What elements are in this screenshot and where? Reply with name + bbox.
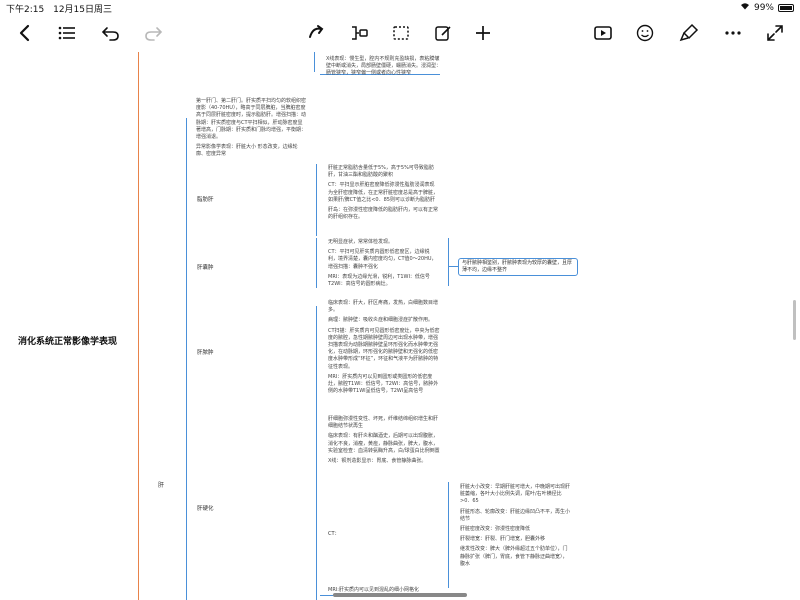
- cirrhosis-topic[interactable]: 肝硬化: [197, 504, 214, 512]
- wifi-icon: [740, 2, 750, 13]
- intro-text-2[interactable]: 异常影像学表现：肝脏大小 形态改变，边缘轮廓、密度异常: [196, 144, 306, 158]
- liver-abscess-topic[interactable]: 肝脓肿: [197, 348, 214, 356]
- cirrhosis-line-3[interactable]: X线：钡剂造影显示：胃底、食管静脉曲张。: [328, 458, 440, 465]
- ct-line-1[interactable]: 肝脏大小改变：早期肝脏可增大，中晚期可出现肝脏萎缩，各叶大小比例失调，尾叶/右叶…: [460, 484, 572, 506]
- root-branch-line: [138, 52, 139, 600]
- ct-line-5[interactable]: 继发性改变：脾大（脾外缘超过五个肋单位），门静脉扩张（脾门，胃底，食管下静脉迂曲…: [460, 546, 572, 568]
- battery-percent: 99%: [753, 2, 774, 13]
- ct-line-2[interactable]: 肝脏形态、轮廓改变：肝脏边缘凹凸不平，再生小结节: [460, 509, 572, 523]
- ct-line-3[interactable]: 肝脏密度改变：弥漫性密度降低: [460, 526, 572, 533]
- fatty-line-3[interactable]: 肝岛：在弥漫性密度降低的脂肪肝内，可以有正常的肝组织存在。: [328, 207, 438, 221]
- liver-cyst-topic[interactable]: 肝囊肿: [197, 263, 214, 271]
- cyst-line-2[interactable]: CT：平扫可见肝实质内圆形低密度区，边缘锐利，境界清楚，囊内密度均匀，CT值0～…: [328, 249, 438, 271]
- cirrhosis-line-2[interactable]: 临床表现：有肝炎和酗酒史，后期可以出现腹胀，消化不良，消瘦，黄疸，静脉曲张，脾大…: [328, 433, 440, 455]
- status-right: 99%: [740, 2, 794, 13]
- liver-cyst-details: 无明显症状，常常体检发现。 CT：平扫可见肝实质内圆形低密度区，边缘锐利，境界清…: [328, 239, 438, 291]
- fatty-line-1[interactable]: 肝脏正常脂肪含量低于5%，高于5%可导致脂肪肝，甘油三酯和脂肪酸的聚积: [328, 165, 438, 179]
- root-topic[interactable]: 消化系统正常影像学表现: [18, 334, 117, 347]
- add-icon[interactable]: [472, 22, 494, 44]
- top-snippet[interactable]: X线表现：慢生型，腔内不规则充盈缺损，表粘膜皱壁中断或消失，局部肠壁僵硬，蠕肠消…: [326, 56, 444, 78]
- abscess-line-3[interactable]: CT扫描：肝实质内可见圆形低密度灶，中央为低密度的脓腔，急性期脓肿壁周边可出现水…: [328, 328, 440, 371]
- more-icon[interactable]: [722, 22, 744, 44]
- ct-branch-line: [448, 482, 449, 588]
- liver-topic[interactable]: 肝: [158, 480, 164, 489]
- cirrhosis-details: 肝细胞弥漫性变性、坏死，纤维结缔组织增生和肝细胞结节状再生 临床表现：有肝炎和酗…: [328, 416, 440, 468]
- liver-intro: 第一肝门、第二肝门。肝实质平扫均匀的软组织密度影（40-70HU），略高于同层脾…: [196, 98, 306, 162]
- edit-icon[interactable]: [432, 22, 454, 44]
- back-icon[interactable]: [14, 22, 36, 44]
- home-indicator[interactable]: [333, 593, 467, 597]
- cyst-line-1[interactable]: 无明显症状，常常体检发现。: [328, 239, 438, 246]
- connector-icon[interactable]: [306, 22, 328, 44]
- redo-icon[interactable]: [142, 22, 164, 44]
- top-branch-line: [314, 52, 315, 72]
- style-icon[interactable]: [678, 22, 700, 44]
- battery-icon: [778, 3, 794, 12]
- cyst-callout[interactable]: 与肝脓肿相鉴别，肝脓肿表现为较厚的囊壁，且厚薄不均，边缘不整齐: [458, 258, 578, 276]
- vertical-scrollbar[interactable]: [793, 300, 796, 340]
- status-bar: 下午2:15 12月15日周三 99%: [0, 0, 800, 15]
- fatty-branch-line: [316, 164, 317, 236]
- fatty-liver-details: 肝脏正常脂肪含量低于5%，高于5%可导致脂肪肝，甘油三酯和脂肪酸的聚积 CT：平…: [328, 165, 438, 224]
- cirrhosis-ct-details: 肝脏大小改变：早期肝脏可增大，中晚期可出现肝脏萎缩，各叶大小比例失调，尾叶/右叶…: [460, 484, 572, 571]
- liver-abscess-details: 临床表现：肝大，肝区疼痛，发热，白细胞数目增多。 病理：脓肿壁：吸收炎症和细胞浸…: [328, 300, 440, 398]
- undo-icon[interactable]: [100, 22, 122, 44]
- ct-line-4[interactable]: 肝裂增宽：肝裂、肝门增宽，胆囊外移: [460, 536, 572, 543]
- abscess-line-1[interactable]: 临床表现：肝大，肝区疼痛，发热，白细胞数目增多。: [328, 300, 440, 314]
- emoji-icon[interactable]: [634, 22, 656, 44]
- cirrhosis-ct-topic[interactable]: CT：: [328, 530, 340, 537]
- fullscreen-icon[interactable]: [764, 22, 786, 44]
- cirrhosis-line-1[interactable]: 肝细胞弥漫性变性、坏死，纤维结缔组织增生和肝细胞结节状再生: [328, 416, 440, 430]
- outline-icon[interactable]: [56, 22, 78, 44]
- cyst-line-3[interactable]: MRI：表现为边缘光滑，锐利，T1WI：低信号T2WI：高信号的圆形病灶。: [328, 274, 438, 288]
- cyst-branch-line: [316, 238, 317, 288]
- branch-icon[interactable]: [348, 22, 370, 44]
- liver-branch-line: [186, 118, 187, 600]
- fatty-line-2[interactable]: CT：平扫显示肝脏密度降低弥漫性脂肪浸润表现为全肝密度降低，在正常肝脏密度总是高…: [328, 182, 438, 204]
- callout-connector: [448, 266, 458, 267]
- select-icon[interactable]: [390, 22, 412, 44]
- play-icon[interactable]: [592, 22, 614, 44]
- abscess-line-4[interactable]: MRI：肝实质内可以见到圆形或类圆形的低密度灶，脓腔T1WI：低信号，T2WI：…: [328, 374, 440, 396]
- mindmap-canvas[interactable]: 消化系统正常影像学表现 X线表现：慢生型，腔内不规则充盈缺损，表粘膜皱壁中断或消…: [0, 52, 800, 600]
- abscess-line-2[interactable]: 病理：脓肿壁：吸收炎症和细胞浸症扩散作用。: [328, 317, 440, 324]
- intro-text-1[interactable]: 第一肝门、第二肝门。肝实质平扫均匀的软组织密度影（40-70HU），略高于同层脾…: [196, 98, 306, 141]
- cirrhosis-branch-line: [316, 424, 317, 600]
- callout-branch-line: [448, 238, 449, 286]
- toolbar: [0, 14, 800, 52]
- fatty-liver-topic[interactable]: 脂肪肝: [197, 195, 214, 203]
